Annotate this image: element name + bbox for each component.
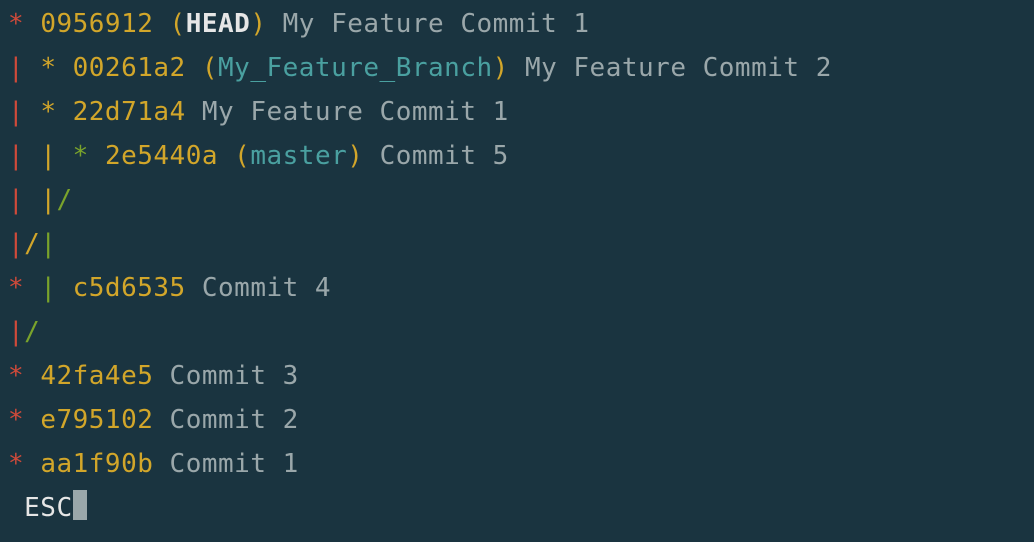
- commit-message: My Feature Commit 2: [525, 53, 832, 83]
- graph-char: /: [24, 229, 40, 259]
- log-line: * e795102 Commit 2: [8, 398, 1034, 442]
- commit-hash: 22d71a4: [73, 97, 186, 127]
- commit-hash: aa1f90b: [40, 449, 153, 479]
- log-line: | * 00261a2 (My_Feature_Branch) My Featu…: [8, 46, 1034, 90]
- graph-char: [24, 97, 40, 127]
- commit-hash: e795102: [40, 405, 153, 435]
- commit-hash: 00261a2: [73, 53, 186, 83]
- graph-char: |: [40, 273, 56, 303]
- commit-message: My Feature Commit 1: [202, 97, 509, 127]
- git-log-output: * 0956912 (HEAD) My Feature Commit 1| * …: [0, 0, 1034, 530]
- graph-char: |: [8, 185, 24, 215]
- graph-char: /: [56, 185, 72, 215]
- graph-char: *: [8, 449, 24, 479]
- graph-char: |: [40, 229, 56, 259]
- esc-label: ESC: [24, 493, 72, 523]
- ref-close-paren: ): [347, 141, 363, 171]
- graph-char: |: [8, 141, 24, 171]
- graph-char: *: [8, 9, 24, 39]
- graph-char: /: [24, 317, 40, 347]
- ref-open-paren: (: [170, 9, 186, 39]
- graph-char: |: [8, 317, 24, 347]
- graph-char: |: [40, 141, 56, 171]
- commit-hash: 0956912: [40, 9, 153, 39]
- log-line: |/: [8, 310, 1034, 354]
- log-line: * aa1f90b Commit 1: [8, 442, 1034, 486]
- log-line: | |/: [8, 178, 1034, 222]
- ref-close-paren: ): [250, 9, 266, 39]
- graph-char: |: [8, 97, 24, 127]
- pager-prompt[interactable]: ESC: [8, 486, 1034, 530]
- graph-char: *: [40, 97, 56, 127]
- log-line: * 0956912 (HEAD) My Feature Commit 1: [8, 2, 1034, 46]
- commit-message: My Feature Commit 1: [283, 9, 590, 39]
- graph-char: [56, 141, 72, 171]
- log-line: * | c5d6535 Commit 4: [8, 266, 1034, 310]
- graph-char: [24, 185, 40, 215]
- ref-name: My_Feature_Branch: [218, 53, 493, 83]
- log-line: | | * 2e5440a (master) Commit 5: [8, 134, 1034, 178]
- graph-char: *: [8, 273, 24, 303]
- graph-char: *: [73, 141, 89, 171]
- graph-char: |: [40, 185, 56, 215]
- graph-char: *: [8, 361, 24, 391]
- graph-char: [24, 141, 40, 171]
- commit-hash: c5d6535: [73, 273, 186, 303]
- commit-message: Commit 2: [170, 405, 299, 435]
- graph-char: *: [40, 53, 56, 83]
- log-line: * 42fa4e5 Commit 3: [8, 354, 1034, 398]
- commit-hash: 42fa4e5: [40, 361, 153, 391]
- ref-name: master: [250, 141, 347, 171]
- graph-char: |: [8, 229, 24, 259]
- log-line: |/|: [8, 222, 1034, 266]
- ref-close-paren: ): [493, 53, 509, 83]
- commit-message: Commit 5: [380, 141, 509, 171]
- graph-char: [24, 53, 40, 83]
- graph-char: *: [8, 405, 24, 435]
- ref-name: HEAD: [186, 9, 251, 39]
- commit-message: Commit 4: [202, 273, 331, 303]
- commit-message: Commit 1: [170, 449, 299, 479]
- ref-open-paren: (: [234, 141, 250, 171]
- graph-char: |: [8, 53, 24, 83]
- commit-hash: 2e5440a: [105, 141, 218, 171]
- ref-open-paren: (: [202, 53, 218, 83]
- commit-message: Commit 3: [170, 361, 299, 391]
- log-line: | * 22d71a4 My Feature Commit 1: [8, 90, 1034, 134]
- cursor: [73, 490, 87, 520]
- graph-char: [24, 273, 40, 303]
